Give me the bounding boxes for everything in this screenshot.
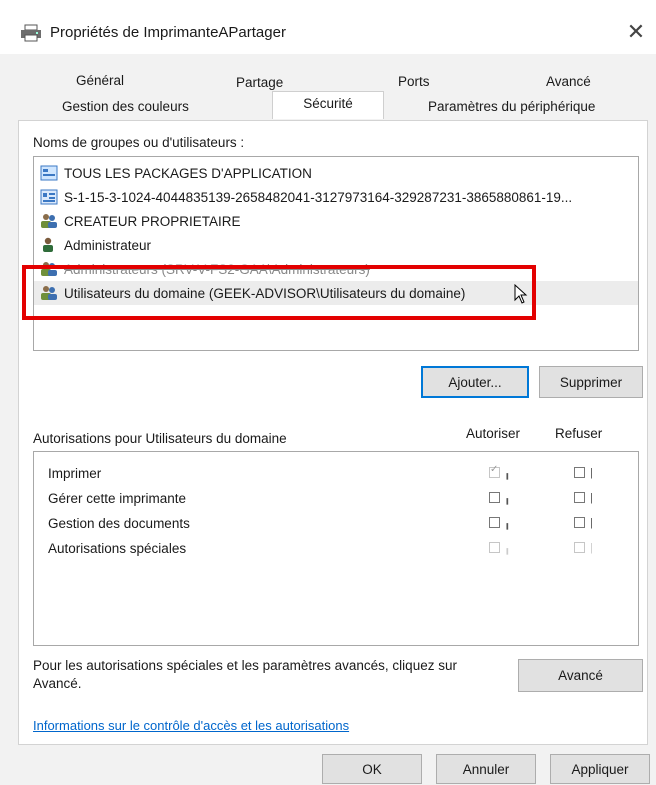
allow-checkbox	[489, 464, 500, 478]
allow-checkbox[interactable]	[489, 517, 500, 528]
mouse-cursor-icon	[514, 284, 528, 304]
permissions-label: Autorisations pour Utilisateurs du domai…	[33, 431, 287, 446]
special-permissions-text: Pour les autorisations spéciales et les …	[33, 658, 457, 691]
deny-checkbox[interactable]	[574, 492, 585, 503]
list-item[interactable]: CREATEUR PROPRIETAIRE	[34, 209, 638, 233]
groups-listbox[interactable]: TOUS LES PACKAGES D'APPLICATION S-1-15-3…	[33, 156, 639, 351]
tab-ports[interactable]: Ports	[398, 74, 430, 89]
tab-device-settings[interactable]: Paramètres du périphérique	[428, 99, 595, 114]
tab-sharing[interactable]: Partage	[236, 75, 283, 90]
advanced-button[interactable]: Avancé	[518, 659, 643, 692]
permission-row: Gérer cette imprimante ╻ |	[48, 491, 593, 506]
add-button[interactable]: Ajouter...	[421, 366, 529, 398]
permission-row: Autorisations spéciales ╻ |	[48, 541, 593, 556]
close-button[interactable]: ✕	[622, 18, 650, 46]
allow-header: Autoriser	[466, 426, 521, 441]
deny-checkbox	[574, 542, 585, 553]
permission-row: Imprimer ╻ |	[34, 462, 638, 486]
printer-icon	[21, 24, 41, 42]
cancel-button[interactable]: Annuler	[436, 754, 536, 784]
sid-icon	[40, 189, 58, 205]
close-icon: ✕	[626, 19, 646, 44]
properties-dialog: Propriétés de ImprimanteAPartager ✕ Géné…	[0, 0, 656, 785]
list-item[interactable]: S-1-15-3-1024-4044835139-2658482041-3127…	[34, 185, 638, 209]
users-group-icon	[41, 286, 57, 300]
app-packages-icon	[40, 165, 58, 181]
users-group-icon	[41, 262, 57, 276]
window-title: Propriétés de ImprimanteAPartager	[50, 24, 286, 41]
list-item[interactable]: TOUS LES PACKAGES D'APPLICATION	[34, 161, 638, 185]
tab-strip: Général Partage Ports Avancé Gestion des…	[18, 70, 646, 122]
users-group-icon	[41, 214, 57, 228]
tab-color-management[interactable]: Gestion des couleurs	[62, 99, 189, 114]
allow-checkbox	[489, 542, 500, 553]
permissions-list: Imprimer ╻ | Gérer cette imprimante ╻ | …	[33, 451, 639, 646]
list-item-selected[interactable]: Utilisateurs du domaine (GEEK-ADVISOR\Ut…	[34, 281, 638, 305]
apply-button[interactable]: Appliquer	[550, 754, 650, 784]
tab-advanced[interactable]: Avancé	[546, 74, 591, 89]
permission-row: Gestion des documents ╻ |	[48, 516, 593, 531]
list-item[interactable]: Administrateurs (SRV-V-FS2-GAA\Administr…	[34, 257, 638, 281]
list-item[interactable]: Administrateur	[34, 233, 638, 257]
remove-button[interactable]: Supprimer	[539, 366, 643, 398]
allow-checkbox[interactable]	[489, 492, 500, 503]
tab-security[interactable]: Sécurité	[272, 91, 384, 119]
access-control-info-link[interactable]: Informations sur le contrôle d'accès et …	[33, 718, 349, 733]
deny-checkbox[interactable]	[574, 467, 585, 478]
title-bar: Propriétés de ImprimanteAPartager ✕	[0, 0, 656, 54]
user-icon	[43, 237, 53, 252]
security-panel: Noms de groupes ou d'utilisateurs : TOUS…	[18, 120, 648, 745]
deny-header: Refuser	[555, 426, 603, 441]
tab-general[interactable]: Général	[76, 73, 124, 88]
ok-button[interactable]: OK	[322, 754, 422, 784]
groups-label: Noms de groupes ou d'utilisateurs :	[33, 135, 245, 150]
deny-checkbox[interactable]	[574, 517, 585, 528]
